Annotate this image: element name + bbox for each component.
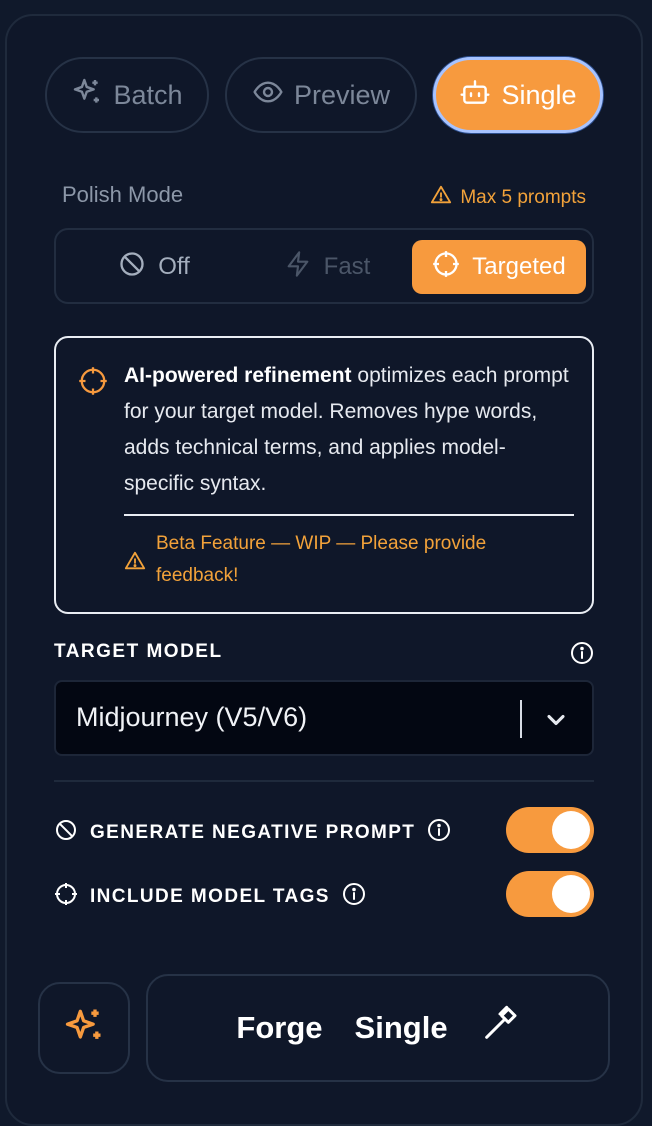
targeted-info-box: AI-powered refinement optimizes each pro…: [54, 336, 594, 614]
polish-option-fast[interactable]: Fast: [242, 240, 412, 294]
warning-icon: [430, 184, 452, 212]
info-icon[interactable]: [427, 818, 451, 848]
polish-mode-label: Polish Mode: [62, 182, 184, 207]
forge-button[interactable]: Forge Single: [146, 974, 610, 1082]
eye-icon: [252, 76, 284, 115]
select-separator: [520, 700, 522, 738]
info-bold-text: AI-powered refinement: [124, 364, 352, 387]
forge-mode-label: Single: [354, 1010, 448, 1045]
sparkles-icon: [71, 76, 103, 115]
ban-icon: [118, 250, 146, 285]
zap-icon: [284, 250, 312, 285]
max-prompts-text: Max 5 prompts: [460, 187, 586, 208]
model-tags-label: INCLUDE MODEL TAGS: [90, 886, 330, 907]
toggle-knob: [552, 811, 590, 849]
tab-single[interactable]: Single: [433, 57, 603, 133]
info-icon[interactable]: [342, 882, 366, 912]
beta-notice: Beta Feature — WIP — Please provide feed…: [156, 533, 487, 586]
info-divider: [124, 514, 574, 516]
model-tags-toggle[interactable]: [506, 871, 594, 917]
crosshair-icon: [432, 250, 460, 285]
tab-single-label: Single: [501, 79, 577, 110]
polish-mode-selector: Off Fast Targeted: [54, 228, 594, 304]
ban-icon: [54, 818, 78, 848]
sparkles-icon: [62, 1004, 106, 1053]
model-tags-row: INCLUDE MODEL TAGS: [54, 882, 366, 912]
polish-option-targeted[interactable]: Targeted: [412, 240, 586, 294]
negative-prompt-toggle[interactable]: [506, 807, 594, 853]
sparkle-action-button[interactable]: [38, 982, 130, 1074]
warning-icon: [124, 550, 146, 577]
max-prompts-warning: Max 5 prompts: [430, 184, 586, 212]
tab-preview[interactable]: Preview: [225, 57, 417, 133]
polish-option-off-label: Off: [158, 253, 190, 280]
polish-option-off[interactable]: Off: [66, 240, 242, 294]
polish-option-fast-label: Fast: [323, 253, 371, 280]
forge-label: Forge: [236, 1010, 323, 1045]
robot-icon: [459, 76, 491, 115]
info-description: AI-powered refinement optimizes each pro…: [124, 358, 574, 502]
tab-batch[interactable]: Batch: [45, 57, 209, 133]
hammer-icon: [480, 1004, 520, 1052]
negative-prompt-label: GENERATE NEGATIVE PROMPT: [90, 822, 416, 843]
section-divider: [54, 780, 594, 782]
tab-preview-label: Preview: [293, 79, 391, 110]
chevron-down-icon[interactable]: [542, 706, 570, 739]
crosshair-icon: [54, 882, 78, 912]
negative-prompt-row: GENERATE NEGATIVE PROMPT: [54, 818, 451, 848]
crosshair-icon: [78, 366, 108, 401]
info-icon[interactable]: [570, 641, 594, 670]
target-model-select[interactable]: Midjourney (V5/V6): [54, 680, 594, 756]
polish-option-targeted-label: Targeted: [472, 253, 566, 280]
toggle-knob: [552, 875, 590, 913]
tab-batch-label: Batch: [113, 79, 183, 110]
target-model-value: Midjourney (V5/V6): [76, 702, 308, 732]
target-model-label: TARGET MODEL: [54, 641, 223, 662]
